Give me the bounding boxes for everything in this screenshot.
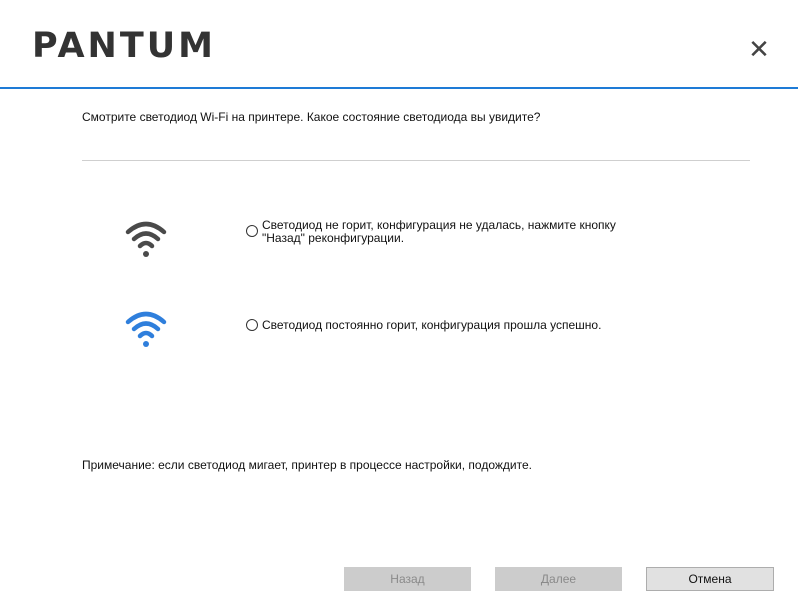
wifi-off-icon xyxy=(125,221,167,257)
option-led-off-line1: Светодиод не горит, конфигурация не удал… xyxy=(262,218,616,232)
radio-option-led-on[interactable]: Светодиод постоянно горит, конфигурация … xyxy=(246,318,601,332)
option-led-off-line2: "Назад" реконфигурации. xyxy=(262,231,405,245)
dialog-header: PANTUM ✕ xyxy=(0,0,798,89)
option-label-led-on: Светодиод постоянно горит, конфигурация … xyxy=(262,318,602,332)
pantum-logo: PANTUM xyxy=(32,26,216,66)
radio-button-led-off[interactable] xyxy=(246,225,258,237)
cancel-button[interactable]: Отмена xyxy=(646,567,774,591)
option-label-led-off: Светодиод не горит, конфигурация не удал… xyxy=(262,219,616,245)
back-button[interactable]: Назад xyxy=(344,567,471,591)
radio-button-led-on[interactable] xyxy=(246,319,258,331)
close-icon[interactable]: ✕ xyxy=(744,34,774,64)
divider xyxy=(82,160,750,161)
question-text: Смотрите светодиод Wi-Fi на принтере. Ка… xyxy=(82,110,541,124)
wifi-on-icon xyxy=(125,311,167,347)
next-button[interactable]: Далее xyxy=(495,567,622,591)
note-text: Примечание: если светодиод мигает, принт… xyxy=(82,458,532,472)
wifi-setup-dialog: PANTUM ✕ Смотрите светодиод Wi-Fi на при… xyxy=(0,0,798,610)
radio-option-led-off[interactable]: Светодиод не горит, конфигурация не удал… xyxy=(246,219,616,245)
